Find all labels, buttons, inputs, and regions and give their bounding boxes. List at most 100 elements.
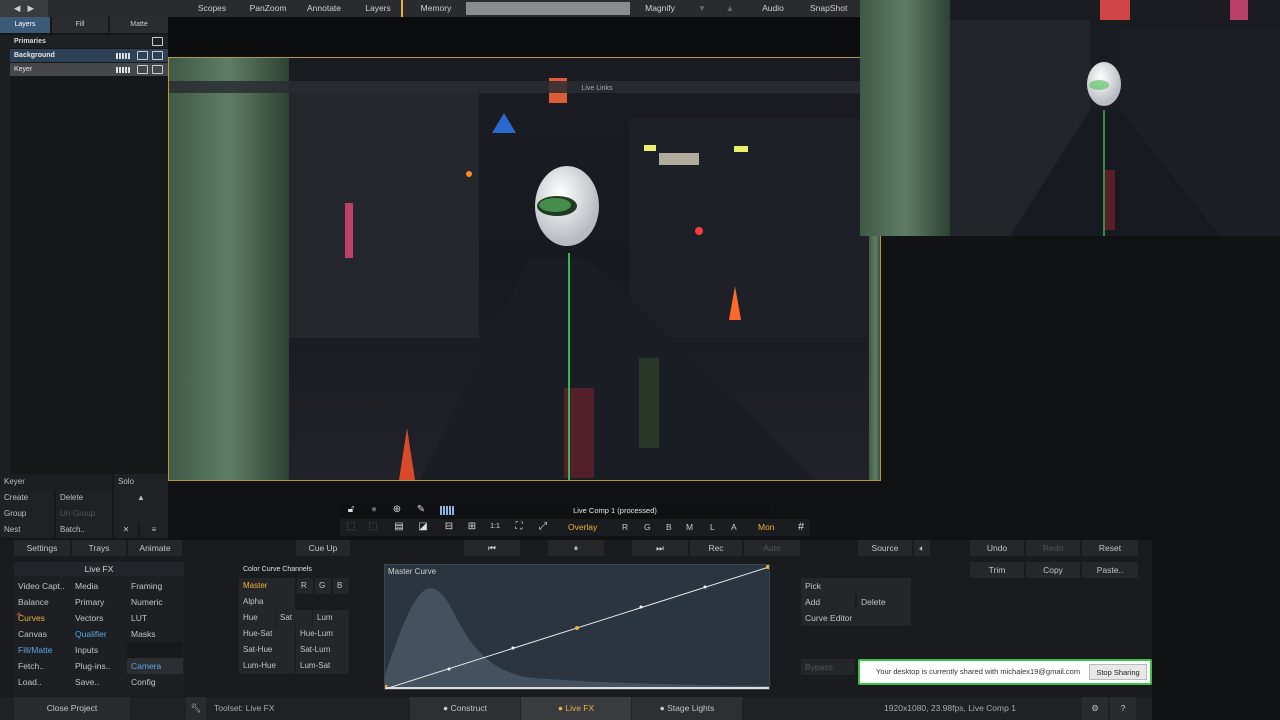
- memory-button[interactable]: Memory: [410, 0, 462, 17]
- animate-button[interactable]: Animate: [128, 540, 182, 556]
- copy-button[interactable]: Copy: [1026, 562, 1080, 578]
- audio-button[interactable]: Audio: [752, 0, 794, 17]
- add-button[interactable]: Add: [801, 594, 855, 610]
- fx-camera[interactable]: Camera: [127, 658, 183, 674]
- fx-media[interactable]: Media: [71, 578, 127, 594]
- fx-numeric[interactable]: Numeric: [127, 594, 183, 610]
- channel-l[interactable]: L: [710, 519, 715, 536]
- expand-icon[interactable]: ⤢: [536, 520, 550, 534]
- scopes-button[interactable]: Scopes: [186, 0, 238, 17]
- fx-balance[interactable]: Balance: [14, 594, 70, 610]
- channel-lum-sat[interactable]: Lum-Sat: [296, 658, 349, 674]
- channel-hue-lum[interactable]: Hue-Lum: [296, 626, 349, 642]
- layer-visibility-icon[interactable]: [152, 65, 163, 74]
- fx-plugins[interactable]: Plug-ins..: [71, 658, 127, 674]
- speaker-icon[interactable]: 🔈︎: [914, 540, 930, 556]
- cue-up-button[interactable]: Cue Up: [296, 540, 350, 556]
- one-to-one-icon[interactable]: 1:1: [488, 520, 502, 534]
- batch-button[interactable]: Batch..: [56, 522, 112, 538]
- tab-construct[interactable]: ● Construct: [410, 697, 520, 720]
- fx-primary[interactable]: Primary: [71, 594, 127, 610]
- channel-g[interactable]: G: [644, 519, 651, 536]
- pencil-icon[interactable]: ✎: [414, 503, 428, 517]
- mon-toggle[interactable]: Mon: [758, 519, 775, 536]
- tab-layers[interactable]: Layers: [0, 17, 50, 33]
- reset-button[interactable]: Reset: [1082, 540, 1138, 556]
- mask-left-icon[interactable]: ⬚: [344, 520, 358, 534]
- stop-sharing-button[interactable]: Stop Sharing: [1089, 664, 1147, 680]
- nest-button[interactable]: Nest: [0, 522, 54, 538]
- channel-lum[interactable]: Lum: [313, 610, 349, 626]
- fx-canvas[interactable]: Canvas: [14, 626, 70, 642]
- paste-button[interactable]: Paste..: [1082, 562, 1138, 578]
- fx-load[interactable]: Load..: [14, 674, 70, 690]
- zoom-in-icon[interactable]: ⊞: [465, 520, 479, 534]
- snapshot-button[interactable]: SnapShot: [810, 0, 860, 17]
- memory-slot-field[interactable]: [466, 2, 630, 15]
- channel-r[interactable]: R: [622, 519, 628, 536]
- source-button[interactable]: Source: [858, 540, 912, 556]
- gear-icon[interactable]: ⚙: [1082, 697, 1108, 720]
- record-icon[interactable]: ●: [367, 503, 381, 517]
- undo-button[interactable]: Undo: [970, 540, 1024, 556]
- fx-lut[interactable]: LUT: [127, 610, 183, 626]
- fx-vectors[interactable]: Vectors: [71, 610, 127, 626]
- chevron-up-icon[interactable]: ▲: [720, 0, 740, 17]
- layers-button[interactable]: Layers: [355, 0, 403, 17]
- channel-sat-lum[interactable]: Sat-Lum: [296, 642, 349, 658]
- signal-bars-icon[interactable]: [440, 506, 454, 515]
- menu-icon[interactable]: ≡: [140, 522, 168, 538]
- channel-green[interactable]: G: [315, 578, 331, 594]
- pick-button[interactable]: Pick: [801, 578, 911, 594]
- fx-framing[interactable]: Framing: [127, 578, 183, 594]
- tab-live-fx[interactable]: ● Live FX: [521, 697, 631, 720]
- channel-lum-hue[interactable]: Lum-Hue: [239, 658, 295, 674]
- wipe-icon[interactable]: ◪: [416, 520, 430, 534]
- channel-red[interactable]: R: [297, 578, 313, 594]
- pause-icon[interactable]: ⏸: [548, 540, 604, 556]
- tab-fill[interactable]: Fill: [52, 17, 108, 33]
- annotate-button[interactable]: Annotate: [298, 0, 350, 17]
- channel-m[interactable]: M: [686, 519, 693, 536]
- bypass-button[interactable]: Bypass: [801, 659, 855, 675]
- layer-toggle-icon[interactable]: [137, 51, 148, 60]
- channel-a[interactable]: A: [731, 519, 737, 536]
- magnify-button[interactable]: Magnify: [636, 0, 684, 17]
- group-button[interactable]: Group: [0, 506, 54, 522]
- create-button[interactable]: Create: [0, 490, 54, 506]
- channel-master[interactable]: Master: [239, 578, 295, 594]
- skip-forward-icon[interactable]: ⏭: [632, 540, 688, 556]
- layer-visibility-icon[interactable]: [152, 51, 163, 60]
- ungroup-button[interactable]: Un-Group: [56, 506, 112, 522]
- solo-button[interactable]: Solo: [114, 474, 168, 490]
- grid-icon[interactable]: #: [794, 520, 808, 534]
- main-viewer[interactable]: Live Links: [168, 57, 881, 481]
- delete-point-button[interactable]: Delete: [857, 594, 911, 610]
- channel-blue[interactable]: B: [333, 578, 349, 594]
- help-button[interactable]: ?: [1110, 697, 1136, 720]
- skip-back-icon[interactable]: ⏮: [464, 540, 520, 556]
- fx-inputs[interactable]: Inputs: [71, 642, 127, 658]
- globe-icon[interactable]: ⊕: [390, 503, 404, 517]
- chevron-down-icon[interactable]: ▼: [692, 0, 712, 17]
- settings-button[interactable]: Settings: [14, 540, 70, 556]
- fx-qualifier[interactable]: Qualifier: [71, 626, 127, 642]
- lock-icon[interactable]: 🔓︎: [344, 503, 358, 517]
- channel-sat-hue[interactable]: Sat-Hue: [239, 642, 295, 658]
- redo-button[interactable]: Redo: [1026, 540, 1080, 556]
- auto-button[interactable]: Auto: [744, 540, 800, 556]
- overlay-toggle[interactable]: Overlay: [568, 519, 597, 536]
- secondary-preview[interactable]: [860, 0, 1280, 236]
- channel-sat[interactable]: Sat: [276, 610, 312, 626]
- panzoom-button[interactable]: PanZoom: [242, 0, 294, 17]
- curve-graph[interactable]: Master Curve: [384, 564, 770, 690]
- fx-save[interactable]: Save..: [71, 674, 127, 690]
- curve-editor-button[interactable]: Curve Editor: [801, 610, 911, 626]
- layer-row-primaries[interactable]: Primaries: [10, 35, 168, 48]
- fx-masks[interactable]: Masks: [127, 626, 183, 642]
- layer-toggle-icon[interactable]: [137, 65, 148, 74]
- channel-hue-sat[interactable]: Hue-Sat: [239, 626, 295, 642]
- fx-video-capture[interactable]: Video Capt..: [14, 578, 70, 594]
- tab-stage-lights[interactable]: ● Stage Lights: [632, 697, 742, 720]
- tab-matte[interactable]: Matte: [110, 17, 168, 33]
